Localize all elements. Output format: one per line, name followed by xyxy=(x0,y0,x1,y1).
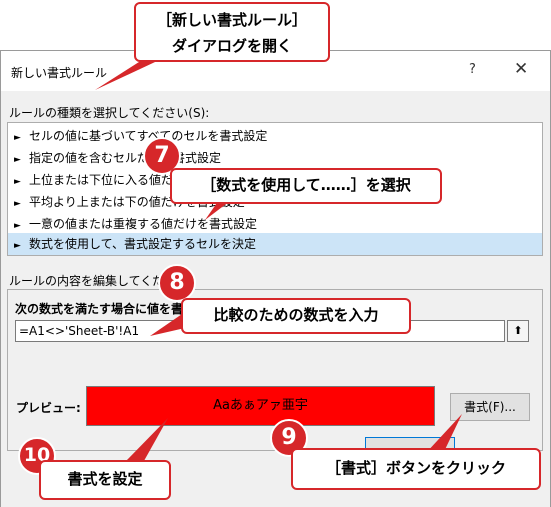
preview-label: プレビュー: xyxy=(16,401,81,415)
arrow-right-icon: ► xyxy=(14,133,21,143)
formula-label: 次の数式を満たす場合に値を書 xyxy=(15,302,184,316)
arrow-right-icon: ► xyxy=(14,241,21,251)
arrow-right-icon: ► xyxy=(14,177,21,187)
callout-step-9: ［書式］ボタンをクリック xyxy=(291,448,541,490)
callout-step-7: ［数式を使用して……］を選択 xyxy=(170,168,442,204)
step-8-badge: 8 xyxy=(158,264,196,302)
rule-type-item[interactable]: ► セルの値に基づいてすべてのセルを書式設定 xyxy=(8,125,542,147)
help-icon[interactable]: ? xyxy=(469,62,476,77)
format-preview: Aaあぁアァ亜宇 xyxy=(86,386,435,426)
rule-type-item-selected[interactable]: ► 数式を使用して、書式設定するセルを決定 xyxy=(8,233,542,255)
rule-type-item[interactable]: ► 指定の値を含むセルだけを書式設定 xyxy=(8,147,542,169)
rule-type-item[interactable]: ► 一意の値または重複する値だけを書式設定 xyxy=(8,213,542,235)
dialog-title: 新しい書式ルール xyxy=(11,66,108,80)
callout-step-10: 書式を設定 xyxy=(39,460,171,500)
arrow-right-icon: ► xyxy=(14,155,21,165)
rule-type-label: ルールの種類を選択してください(S): xyxy=(9,106,210,120)
arrow-right-icon: ► xyxy=(14,199,21,209)
callout-open-dialog: ［新しい書式ルール］ ダイアログを開く xyxy=(134,2,330,62)
format-button[interactable]: 書式(F)... xyxy=(450,393,530,421)
close-icon[interactable]: ✕ xyxy=(514,59,528,79)
callout-step-8: 比較のための数式を入力 xyxy=(181,298,411,334)
collapse-dialog-button[interactable]: ⬆ xyxy=(507,320,529,342)
